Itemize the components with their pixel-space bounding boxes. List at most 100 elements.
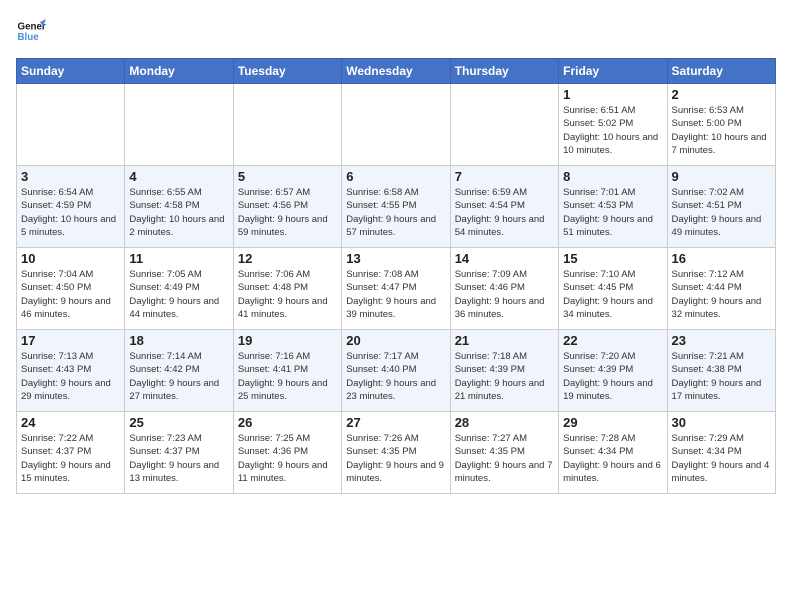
day-number: 2 [672,87,771,102]
day-info: Sunrise: 7:13 AM Sunset: 4:43 PM Dayligh… [21,350,120,403]
day-info: Sunrise: 6:58 AM Sunset: 4:55 PM Dayligh… [346,186,445,239]
calendar-cell: 27 Sunrise: 7:26 AM Sunset: 4:35 PM Dayli… [342,412,450,494]
calendar-cell [17,84,125,166]
day-info: Sunrise: 7:25 AM Sunset: 4:36 PM Dayligh… [238,432,337,485]
day-number: 14 [455,251,554,266]
day-number: 22 [563,333,662,348]
day-number: 25 [129,415,228,430]
svg-text:Blue: Blue [18,32,40,43]
calendar-cell: 30Sunrise: 7:29 AM Sunset: 4:34 PM Dayli… [667,412,775,494]
weekday-header-wednesday: Wednesday [342,59,450,84]
calendar-cell: 8 Sunrise: 7:01 AM Sunset: 4:53 PM Daylig… [559,166,667,248]
calendar-cell [342,84,450,166]
day-info: Sunrise: 7:27 AM Sunset: 4:35 PM Dayligh… [455,432,554,485]
calendar-cell [233,84,341,166]
day-number: 8 [563,169,662,184]
day-number: 18 [129,333,228,348]
calendar-cell: 28 Sunrise: 7:27 AM Sunset: 4:35 PM Dayli… [450,412,558,494]
day-number: 7 [455,169,554,184]
day-info: Sunrise: 6:55 AM Sunset: 4:58 PM Dayligh… [129,186,228,239]
day-number: 19 [238,333,337,348]
day-number: 10 [21,251,120,266]
calendar-cell [450,84,558,166]
calendar-week-2: 3 Sunrise: 6:54 AM Sunset: 4:59 PM Daylig… [17,166,776,248]
day-number: 27 [346,415,445,430]
weekday-header-sunday: Sunday [17,59,125,84]
day-number: 9 [672,169,771,184]
calendar-cell: 13Sunrise: 7:08 AM Sunset: 4:47 PM Dayli… [342,248,450,330]
day-info: Sunrise: 7:17 AM Sunset: 4:40 PM Dayligh… [346,350,445,403]
calendar-cell: 14 Sunrise: 7:09 AM Sunset: 4:46 PM Dayli… [450,248,558,330]
calendar-cell: 25 Sunrise: 7:23 AM Sunset: 4:37 PM Dayli… [125,412,233,494]
calendar-cell: 10 Sunrise: 7:04 AM Sunset: 4:50 PM Dayli… [17,248,125,330]
day-number: 4 [129,169,228,184]
day-info: Sunrise: 6:54 AM Sunset: 4:59 PM Dayligh… [21,186,120,239]
day-info: Sunrise: 6:53 AM Sunset: 5:00 PM Dayligh… [672,104,771,157]
calendar-cell: 19 Sunrise: 7:16 AM Sunset: 4:41 PM Dayli… [233,330,341,412]
calendar-week-3: 10 Sunrise: 7:04 AM Sunset: 4:50 PM Dayli… [17,248,776,330]
weekday-header-thursday: Thursday [450,59,558,84]
header: General Blue [16,16,776,46]
calendar-cell: 21 Sunrise: 7:18 AM Sunset: 4:39 PM Dayli… [450,330,558,412]
calendar-cell: 17 Sunrise: 7:13 AM Sunset: 4:43 PM Dayli… [17,330,125,412]
calendar-cell: 26 Sunrise: 7:25 AM Sunset: 4:36 PM Dayli… [233,412,341,494]
day-number: 29 [563,415,662,430]
day-number: 12 [238,251,337,266]
day-info: Sunrise: 7:10 AM Sunset: 4:45 PM Dayligh… [563,268,662,321]
day-number: 6 [346,169,445,184]
day-number: 15 [563,251,662,266]
calendar-cell: 4 Sunrise: 6:55 AM Sunset: 4:58 PM Daylig… [125,166,233,248]
day-number: 11 [129,251,228,266]
day-number: 13 [346,251,445,266]
calendar-cell: 7 Sunrise: 6:59 AM Sunset: 4:54 PM Daylig… [450,166,558,248]
calendar-table: SundayMondayTuesdayWednesdayThursdayFrid… [16,58,776,494]
calendar-cell: 18 Sunrise: 7:14 AM Sunset: 4:42 PM Dayli… [125,330,233,412]
day-info: Sunrise: 6:57 AM Sunset: 4:56 PM Dayligh… [238,186,337,239]
calendar-cell: 1Sunrise: 6:51 AM Sunset: 5:02 PM Daylig… [559,84,667,166]
day-number: 23 [672,333,771,348]
day-info: Sunrise: 7:26 AM Sunset: 4:35 PM Dayligh… [346,432,445,485]
day-info: Sunrise: 6:59 AM Sunset: 4:54 PM Dayligh… [455,186,554,239]
day-number: 5 [238,169,337,184]
calendar-cell: 5 Sunrise: 6:57 AM Sunset: 4:56 PM Daylig… [233,166,341,248]
logo-icon: General Blue [16,16,46,46]
calendar-cell: 22Sunrise: 7:20 AM Sunset: 4:39 PM Dayli… [559,330,667,412]
logo: General Blue [16,16,46,46]
calendar-cell: 6 Sunrise: 6:58 AM Sunset: 4:55 PM Daylig… [342,166,450,248]
day-info: Sunrise: 7:23 AM Sunset: 4:37 PM Dayligh… [129,432,228,485]
calendar-cell: 15 Sunrise: 7:10 AM Sunset: 4:45 PM Dayli… [559,248,667,330]
calendar-week-5: 24 Sunrise: 7:22 AM Sunset: 4:37 PM Dayli… [17,412,776,494]
calendar-cell: 3 Sunrise: 6:54 AM Sunset: 4:59 PM Daylig… [17,166,125,248]
day-info: Sunrise: 7:16 AM Sunset: 4:41 PM Dayligh… [238,350,337,403]
calendar-cell: 2 Sunrise: 6:53 AM Sunset: 5:00 PM Daylig… [667,84,775,166]
day-info: Sunrise: 7:05 AM Sunset: 4:49 PM Dayligh… [129,268,228,321]
day-info: Sunrise: 7:22 AM Sunset: 4:37 PM Dayligh… [21,432,120,485]
day-info: Sunrise: 7:04 AM Sunset: 4:50 PM Dayligh… [21,268,120,321]
day-info: Sunrise: 7:14 AM Sunset: 4:42 PM Dayligh… [129,350,228,403]
weekday-header-saturday: Saturday [667,59,775,84]
day-number: 17 [21,333,120,348]
calendar-cell: 11 Sunrise: 7:05 AM Sunset: 4:49 PM Dayli… [125,248,233,330]
day-info: Sunrise: 6:51 AM Sunset: 5:02 PM Dayligh… [563,104,662,157]
calendar-cell: 20 Sunrise: 7:17 AM Sunset: 4:40 PM Dayli… [342,330,450,412]
day-number: 26 [238,415,337,430]
weekday-header-tuesday: Tuesday [233,59,341,84]
day-info: Sunrise: 7:09 AM Sunset: 4:46 PM Dayligh… [455,268,554,321]
day-number: 30 [672,415,771,430]
calendar-cell: 24 Sunrise: 7:22 AM Sunset: 4:37 PM Dayli… [17,412,125,494]
calendar-header: SundayMondayTuesdayWednesdayThursdayFrid… [17,59,776,84]
day-info: Sunrise: 7:02 AM Sunset: 4:51 PM Dayligh… [672,186,771,239]
day-info: Sunrise: 7:01 AM Sunset: 4:53 PM Dayligh… [563,186,662,239]
day-number: 16 [672,251,771,266]
weekday-header-monday: Monday [125,59,233,84]
day-number: 3 [21,169,120,184]
day-number: 21 [455,333,554,348]
day-info: Sunrise: 7:28 AM Sunset: 4:34 PM Dayligh… [563,432,662,485]
day-info: Sunrise: 7:18 AM Sunset: 4:39 PM Dayligh… [455,350,554,403]
day-number: 24 [21,415,120,430]
calendar-cell: 29 Sunrise: 7:28 AM Sunset: 4:34 PM Dayli… [559,412,667,494]
day-number: 20 [346,333,445,348]
calendar-cell: 23Sunrise: 7:21 AM Sunset: 4:38 PM Dayli… [667,330,775,412]
day-info: Sunrise: 7:12 AM Sunset: 4:44 PM Dayligh… [672,268,771,321]
day-number: 28 [455,415,554,430]
